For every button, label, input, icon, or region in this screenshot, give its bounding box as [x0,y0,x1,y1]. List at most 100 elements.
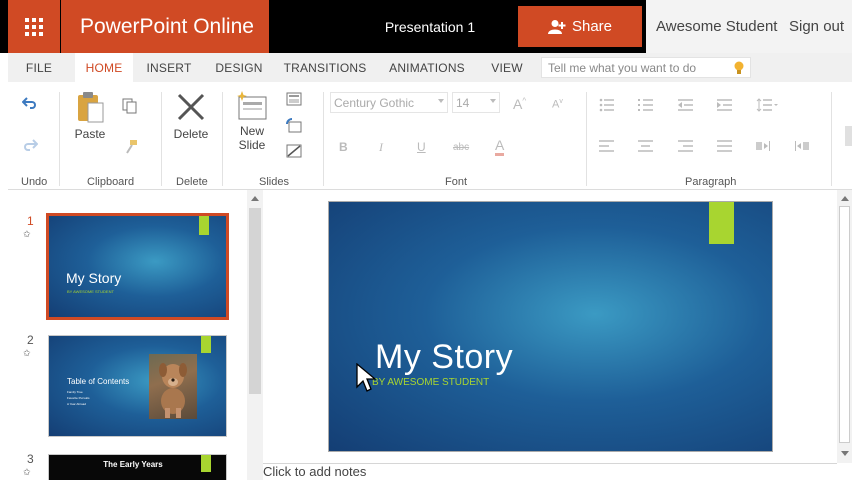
slide-thumbnail-2[interactable]: Table of Contents Family Tree Favorite P… [48,335,227,437]
thumb-bullet: A Year Abroad [67,402,87,406]
tab-transitions[interactable]: TRANSITIONS [281,53,369,82]
share-button[interactable]: Share [518,6,642,47]
tab-animations[interactable]: ANIMATIONS [384,53,470,82]
new-slide-label-line2: Slide [238,138,266,152]
delete-label: Delete [173,127,209,141]
align-left-icon[interactable] [599,140,615,152]
thumbnail-scrollbar[interactable] [247,190,263,480]
ribbon-scroll-handle[interactable] [845,126,852,146]
grow-font-icon[interactable]: A^ [513,96,526,112]
slide-thumbnail-panel: 1 ✩ My Story BY AWESOME STUDENT 2 ✩ Tabl… [8,190,263,480]
line-spacing-icon[interactable] [756,98,778,112]
transition-star-icon: ✩ [23,348,31,358]
ribbon-tabs: FILE HOME INSERT DESIGN TRANSITIONS ANIM… [8,53,852,82]
lime-accent [201,336,211,353]
delete-x-icon [177,93,205,121]
rtl-direction-icon[interactable] [795,140,809,152]
decrease-indent-icon[interactable] [678,98,694,112]
align-right-icon[interactable] [678,140,694,152]
slide-thumbnail-1[interactable]: My Story BY AWESOME STUDENT [46,213,229,320]
share-label: Share [571,18,613,35]
align-center-icon[interactable] [638,140,654,152]
puppy-photo [149,354,197,419]
justify-icon[interactable] [717,140,733,152]
ribbon-divider [323,92,324,186]
italic-icon[interactable]: I [379,140,383,155]
thumb-title: My Story [66,270,122,286]
new-slide-button[interactable]: New Slide [234,90,270,152]
slide-title[interactable]: My Story [375,338,513,377]
tab-view[interactable]: VIEW [486,53,528,82]
bold-icon[interactable]: B [339,140,348,154]
bullets-icon[interactable] [599,98,615,112]
increase-indent-icon[interactable] [717,98,733,112]
group-label-undo: Undo [21,176,48,188]
user-name[interactable]: Awesome Student [656,18,777,35]
strikethrough-icon[interactable]: abc [453,142,469,153]
notes-pane[interactable]: Click to add notes [263,463,837,480]
main-vertical-scrollbar[interactable] [837,190,852,463]
underline-icon[interactable]: U [417,140,426,154]
ltr-direction-icon[interactable] [756,140,770,152]
group-label-paragraph: Paragraph [685,176,737,188]
title-bar: PowerPoint Online Presentation 1 Share A… [0,0,852,53]
notes-placeholder: Click to add notes [263,464,367,479]
scroll-thumb[interactable] [249,208,261,394]
waffle-icon [25,17,43,36]
ribbon-divider [161,92,162,186]
scroll-thumb[interactable] [839,206,850,443]
group-label-font: Font [445,176,468,188]
paste-button[interactable]: Paste [72,90,108,141]
new-slide-icon [237,91,267,120]
app-name[interactable]: PowerPoint Online [61,0,269,53]
add-person-icon [547,19,566,34]
slide-number: 1 [27,214,34,228]
hide-slide-icon[interactable] [286,144,302,158]
lightbulb-icon [734,61,744,74]
group-label-delete: Delete [176,176,208,188]
scroll-up-icon[interactable] [841,196,849,201]
group-label-slides: Slides [259,176,289,188]
numbering-icon[interactable] [638,98,654,112]
thumb-title: The Early Years [103,460,163,469]
transition-star-icon: ✩ [23,229,31,239]
tab-insert[interactable]: INSERT [144,53,194,82]
thumb-subtitle: BY AWESOME STUDENT [67,289,114,294]
tab-design[interactable]: DESIGN [211,53,267,82]
shrink-font-icon[interactable]: Av [552,98,563,111]
document-title[interactable]: Presentation 1 [340,0,520,53]
scroll-down-icon[interactable] [841,451,849,456]
format-painter-icon[interactable] [123,139,139,155]
tab-file[interactable]: FILE [18,53,60,82]
lime-accent [709,202,734,244]
sign-out-link[interactable]: Sign out [789,18,844,35]
ribbon-divider [586,92,587,186]
reset-slide-icon[interactable] [286,118,302,134]
tell-me-search[interactable]: Tell me what you want to do [541,57,751,78]
redo-icon[interactable] [22,138,38,152]
user-area: Awesome Student Sign out [646,0,852,53]
slide-number: 2 [27,333,34,347]
main-slide-canvas[interactable]: My Story BY AWESOME STUDENT [328,201,773,452]
paste-icon [78,92,104,123]
font-name-dropdown[interactable]: Century Gothic [330,92,448,113]
slide-subtitle[interactable]: BY AWESOME STUDENT [372,377,489,388]
scroll-up-icon[interactable] [251,196,259,201]
font-color-icon[interactable]: A [495,138,505,156]
group-label-clipboard: Clipboard [87,176,135,188]
layout-icon[interactable] [286,92,302,106]
ribbon-home: Undo Paste Clipboard Delete Delete New S… [8,82,852,190]
app-launcher-button[interactable] [8,0,60,53]
delete-button[interactable]: Delete [172,92,210,141]
font-size-value: 14 [456,95,470,110]
tab-home[interactable]: HOME [75,53,133,82]
lime-accent [199,216,209,235]
mouse-cursor-icon [356,363,376,392]
ribbon-divider [59,92,60,186]
font-size-dropdown[interactable]: 14 [452,92,500,113]
ribbon-divider [222,92,223,186]
slide-thumbnail-3[interactable]: The Early Years [48,454,227,480]
copy-icon[interactable] [122,98,138,114]
undo-icon[interactable] [22,96,38,110]
chevron-down-icon [438,99,444,103]
